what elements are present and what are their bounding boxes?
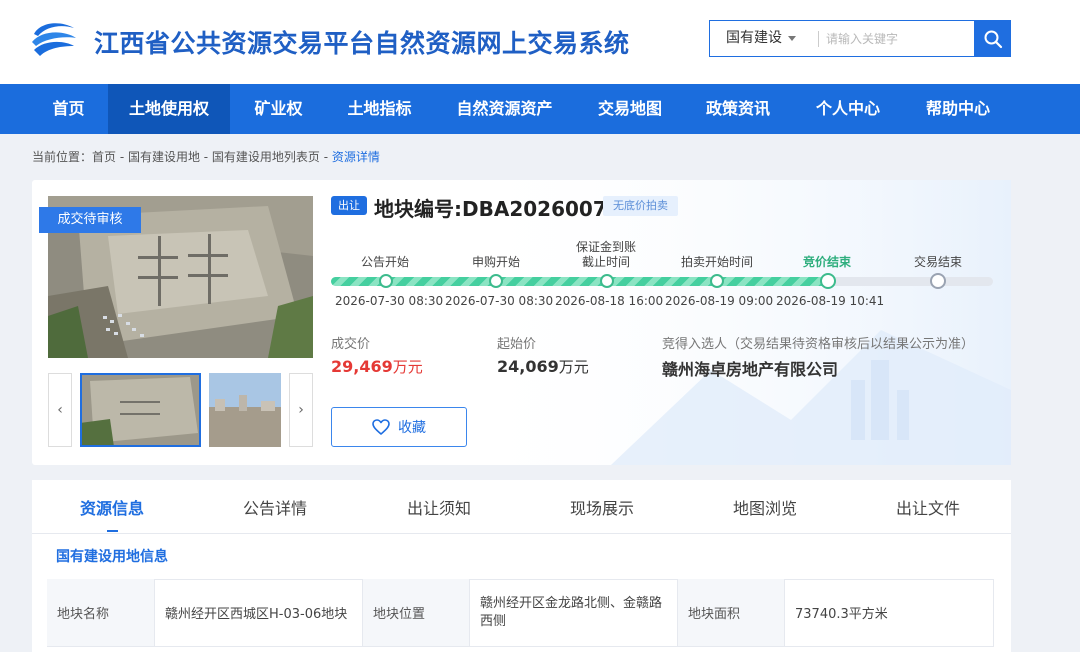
timeline-node [820,273,836,289]
auction-method-tag: 无底价拍卖 [603,196,678,216]
nav-item-land-quota[interactable]: 土地指标 [327,84,432,134]
site-header: 江西省公共资源交易平台自然资源网上交易系统 国有建设 [0,0,1080,84]
deal-price-unit: 万元 [392,358,423,376]
start-price-label: 起始价 [497,337,537,352]
nav-item-policy-news[interactable]: 政策资讯 [683,84,793,134]
search-bar: 国有建设 [709,20,1011,57]
timeline-label-1: 公告开始 [361,255,410,269]
timeline-time-1: 2026-07-30 08:30 [335,294,444,308]
nav-item-land-use-right[interactable]: 土地使用权 [108,84,230,134]
decorative-bg [451,180,1011,465]
timeline-label-6: 交易结束 [914,255,963,269]
thumb-next-button[interactable]: › [289,373,313,447]
parcel-code: 地块编号:DBA2026007 [374,197,607,221]
tab-resource-info[interactable]: 资源信息 [80,495,144,519]
nav-item-help-center[interactable]: 帮助中心 [903,84,1013,134]
favorite-button[interactable]: 收藏 [331,407,467,447]
chevron-left-icon: ‹ [57,402,63,418]
thumb-prev-button[interactable]: ‹ [48,373,72,447]
thumbnail-1[interactable] [80,373,201,447]
timeline-node [600,274,614,288]
timeline-label-4: 拍卖开始时间 [681,255,754,269]
search-input[interactable] [826,25,966,52]
nav-item-personal-center[interactable]: 个人中心 [793,84,903,134]
breadcrumb: 当前位置：首页 - 国有建设用地 - 国有建设用地列表页 - 资源详情 [32,148,380,165]
timeline-node [710,274,724,288]
sale-type-tag: 出让 [331,196,367,215]
timeline-node [379,274,393,288]
timeline-progress [331,277,828,286]
cell-value-parcel-area: 73740.3平方米 [785,579,994,647]
heart-icon [372,419,390,435]
timeline-label-3b: 截止时间 [582,255,631,269]
nav-item-home[interactable]: 首页 [30,84,107,134]
winner-label: 竞得入选人（交易结果待资格审核后以结果公示为准） [662,337,975,352]
main-nav: 首页 土地使用权 矿业权 土地指标 自然资源资产 交易地图 政策资讯 个人中心 … [0,84,1080,134]
tab-map-browse[interactable]: 地图浏览 [733,495,797,519]
cell-value-parcel-location: 赣州经开区金龙路北侧、金赣路西侧 [470,579,678,647]
winner-name: 赣州海卓房地产有限公司 [662,360,839,379]
timeline-time-2: 2026-07-30 08:30 [445,294,554,308]
thumbnail-2[interactable] [209,373,281,447]
search-type-label: 国有建设 [726,30,782,46]
timeline-time-3: 2026-08-18 16:00 [555,294,664,308]
deal-price-amount: 29,469 [331,357,393,376]
tab-transfer-documents[interactable]: 出让文件 [896,495,960,519]
tab-transfer-notice[interactable]: 出让须知 [407,495,471,519]
timeline-time-4: 2026-08-19 09:00 [665,294,774,308]
deal-price-value: 29,469万元 [331,356,423,377]
search-type-select[interactable]: 国有建设 [710,21,810,56]
cell-label-parcel-location: 地块位置 [363,579,470,647]
tab-site-display[interactable]: 现场展示 [570,495,634,519]
breadcrumb-current: 资源详情 [331,150,380,164]
cell-value-parcel-name: 赣州经开区西城区H-03-06地块 [155,579,363,647]
start-price-amount: 24,069 [497,357,559,376]
start-price-value: 24,069万元 [497,356,589,377]
start-price-unit: 万元 [558,358,589,376]
search-icon [984,30,1002,48]
breadcrumb-path[interactable]: 当前位置：首页 - 国有建设用地 - 国有建设用地列表页 - [32,150,332,164]
section-title: 国有建设用地信息 [56,549,168,565]
caret-down-icon [788,35,796,41]
tab-announcement[interactable]: 公告详情 [243,495,307,519]
site-title[interactable]: 江西省公共资源交易平台自然资源网上交易系统 [94,24,630,60]
nav-item-natural-resource-assets[interactable]: 自然资源资产 [432,84,577,134]
active-tab-indicator [107,530,118,532]
nav-item-trade-map[interactable]: 交易地图 [577,84,683,134]
cell-label-parcel-area: 地块面积 [678,579,785,647]
timeline-node [489,274,503,288]
timeline-label-5: 竞价结束 [803,255,852,269]
chevron-right-icon: › [298,402,304,418]
wave-logo-icon[interactable] [30,18,78,60]
deal-price-label: 成交价 [331,337,371,352]
tabs-divider [32,533,1011,534]
search-divider [818,31,819,47]
favorite-label: 收藏 [398,420,426,436]
timeline-label-3a: 保证金到账 [576,240,637,254]
search-button[interactable] [974,20,1011,57]
timeline-time-5: 2026-08-19 10:41 [776,294,885,308]
timeline-node [930,273,946,289]
nav-item-mining-right[interactable]: 矿业权 [230,84,327,134]
cell-label-parcel-name: 地块名称 [47,579,155,647]
timeline-label-2: 申购开始 [472,255,521,269]
status-badge: 成交待审核 [39,207,141,233]
